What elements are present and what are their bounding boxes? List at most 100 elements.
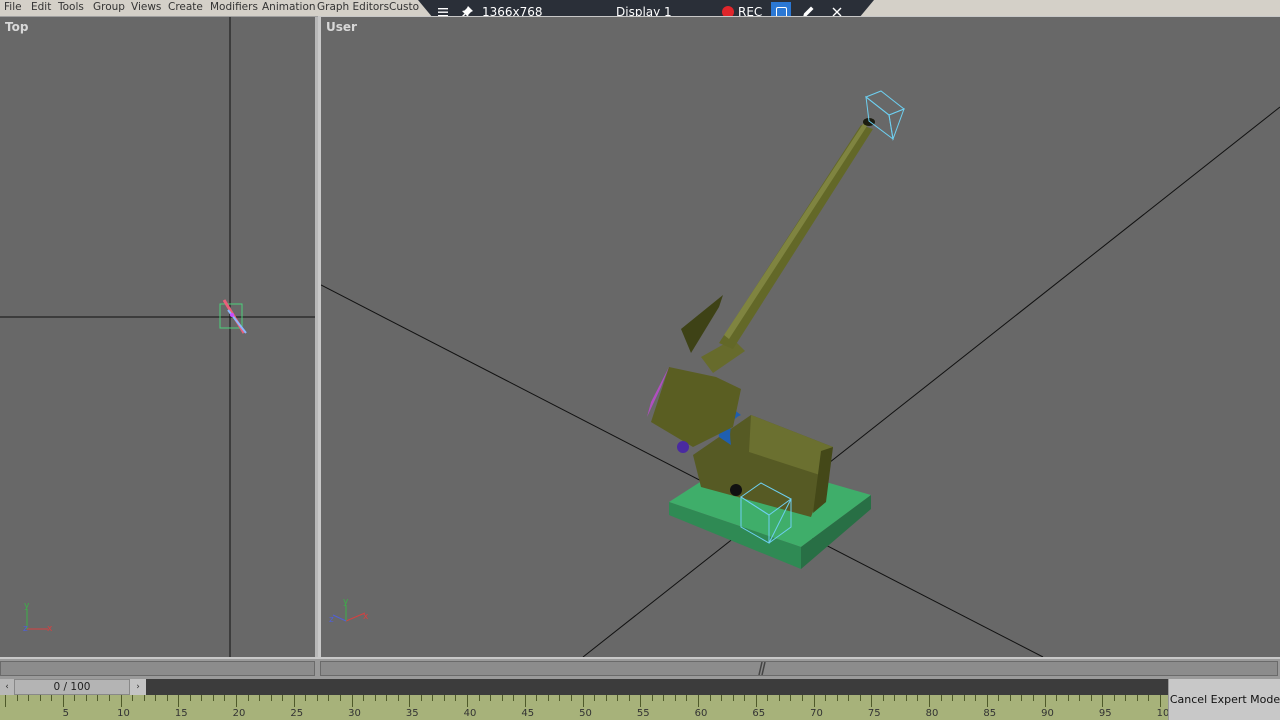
ruler-tick (894, 695, 896, 701)
ruler-tick (732, 695, 734, 701)
ruler-label: 90 (1041, 708, 1054, 719)
muzzle-helper-box (865, 90, 905, 141)
ruler-tick (374, 695, 376, 701)
ruler-tick (1160, 695, 1161, 707)
ruler-tick (455, 695, 457, 701)
ruler-tick (5, 695, 6, 707)
ruler-tick (490, 695, 492, 701)
track-bar-area (0, 659, 1280, 679)
ruler-tick (316, 695, 318, 701)
ruler-label: 35 (405, 708, 419, 719)
ruler-tick (1079, 695, 1081, 701)
ruler-tick (282, 695, 284, 701)
ruler-tick (501, 695, 503, 701)
ruler-label: 25 (290, 708, 304, 719)
ruler-tick (293, 695, 295, 707)
ruler-tick (305, 695, 307, 701)
ruler-tick (940, 695, 942, 701)
ruler-tick (259, 695, 261, 701)
grid-axis-line-1 (321, 284, 1044, 657)
ruler-tick (721, 695, 723, 701)
ruler-tick (767, 695, 769, 701)
viewport-user[interactable]: User x y z (318, 16, 1280, 658)
timeline-ruler[interactable]: 5 10 15 20 25 30 35 40 45 50 55 60 65 70 75 80 85 90 95 10 (0, 695, 1169, 720)
menu-edit[interactable]: Edit (31, 1, 51, 13)
ruler-label: 65 (752, 708, 766, 719)
ruler-tick (397, 695, 399, 701)
ruler-tick (986, 695, 988, 707)
ruler-tick (120, 695, 122, 707)
ruler-tick (698, 695, 699, 707)
ruler-label: 50 (579, 708, 592, 719)
ruler-tick (212, 695, 214, 701)
ruler-tick (663, 695, 665, 701)
ruler-tick (247, 695, 249, 701)
ruler-tick (547, 695, 549, 701)
track-bar-left[interactable] (0, 661, 315, 676)
ruler-tick (513, 695, 515, 701)
ruler-tick (524, 695, 526, 707)
cancel-expert-mode-button[interactable]: Cancel Expert Mode (1168, 679, 1280, 720)
ruler-label: 10 (117, 708, 130, 719)
axis-x-label: x (47, 624, 53, 634)
ruler-tick (363, 695, 365, 701)
carriage-hole (730, 484, 742, 496)
axis-gizmo-user: x y z (329, 597, 369, 625)
menu-views[interactable]: Views (131, 1, 161, 13)
menu-animation[interactable]: Animation (262, 1, 316, 13)
ruler-tick (882, 695, 884, 701)
ruler-tick (744, 695, 746, 701)
viewport-top-canvas: x y z (0, 17, 315, 657)
time-slider-thumb[interactable]: 0 / 100 (14, 679, 130, 695)
ruler-tick (628, 695, 630, 701)
time-slider-bar[interactable]: ‹ 0 / 100 › (0, 679, 1168, 695)
ruler-tick (559, 695, 561, 701)
ruler-label: 45 (521, 708, 535, 719)
ruler-label: 75 (867, 708, 881, 719)
menu-tools[interactable]: Tools (58, 1, 84, 13)
menu-modifiers[interactable]: Modifiers (210, 1, 258, 13)
ruler-tick (605, 695, 607, 701)
menu-group[interactable]: Group (93, 1, 125, 13)
purple-knob (677, 441, 689, 453)
ruler-tick (836, 695, 838, 701)
ruler-tick (582, 695, 584, 707)
ruler-tick (1021, 695, 1023, 701)
anti-aircraft-gun-model (647, 90, 905, 569)
prev-frame-button[interactable]: ‹ (0, 679, 14, 695)
ruler-tick (536, 695, 538, 701)
menu-graph-editors[interactable]: Graph Editors (317, 1, 389, 13)
ruler-tick (801, 695, 803, 701)
ruler-tick (85, 695, 87, 701)
ruler-tick (952, 695, 954, 701)
ruler-label: 80 (925, 708, 939, 719)
menu-customize[interactable]: Custo (389, 1, 419, 13)
viewport-top[interactable]: Top x y z (0, 17, 316, 657)
ruler-label: 15 (174, 708, 188, 719)
ruler-tick (975, 695, 977, 701)
ruler-tick (778, 695, 780, 701)
ruler-tick (871, 695, 873, 707)
menu-file[interactable]: File (4, 1, 22, 13)
ruler-tick (166, 695, 168, 701)
ruler-tick (97, 695, 99, 701)
ruler-tick (1148, 695, 1150, 701)
ruler-tick (28, 695, 30, 701)
ruler-tick (1113, 695, 1115, 701)
ruler-tick (709, 695, 711, 701)
ruler-label: 20 (232, 708, 246, 719)
ruler-tick (108, 695, 110, 701)
menu-create[interactable]: Create (168, 1, 203, 13)
ruler-label: 5 (62, 708, 69, 719)
ruler-label: 30 (348, 708, 361, 719)
track-bar-right[interactable] (320, 661, 1278, 676)
ruler-tick (848, 695, 850, 701)
ruler-tick (755, 695, 757, 707)
ruler-tick (1044, 695, 1046, 707)
ruler-tick (62, 695, 64, 707)
ruler-tick (432, 695, 434, 701)
ruler-tick (409, 695, 411, 707)
ruler-tick (467, 695, 468, 707)
next-frame-button[interactable]: › (130, 679, 146, 695)
ruler-tick (178, 695, 180, 707)
